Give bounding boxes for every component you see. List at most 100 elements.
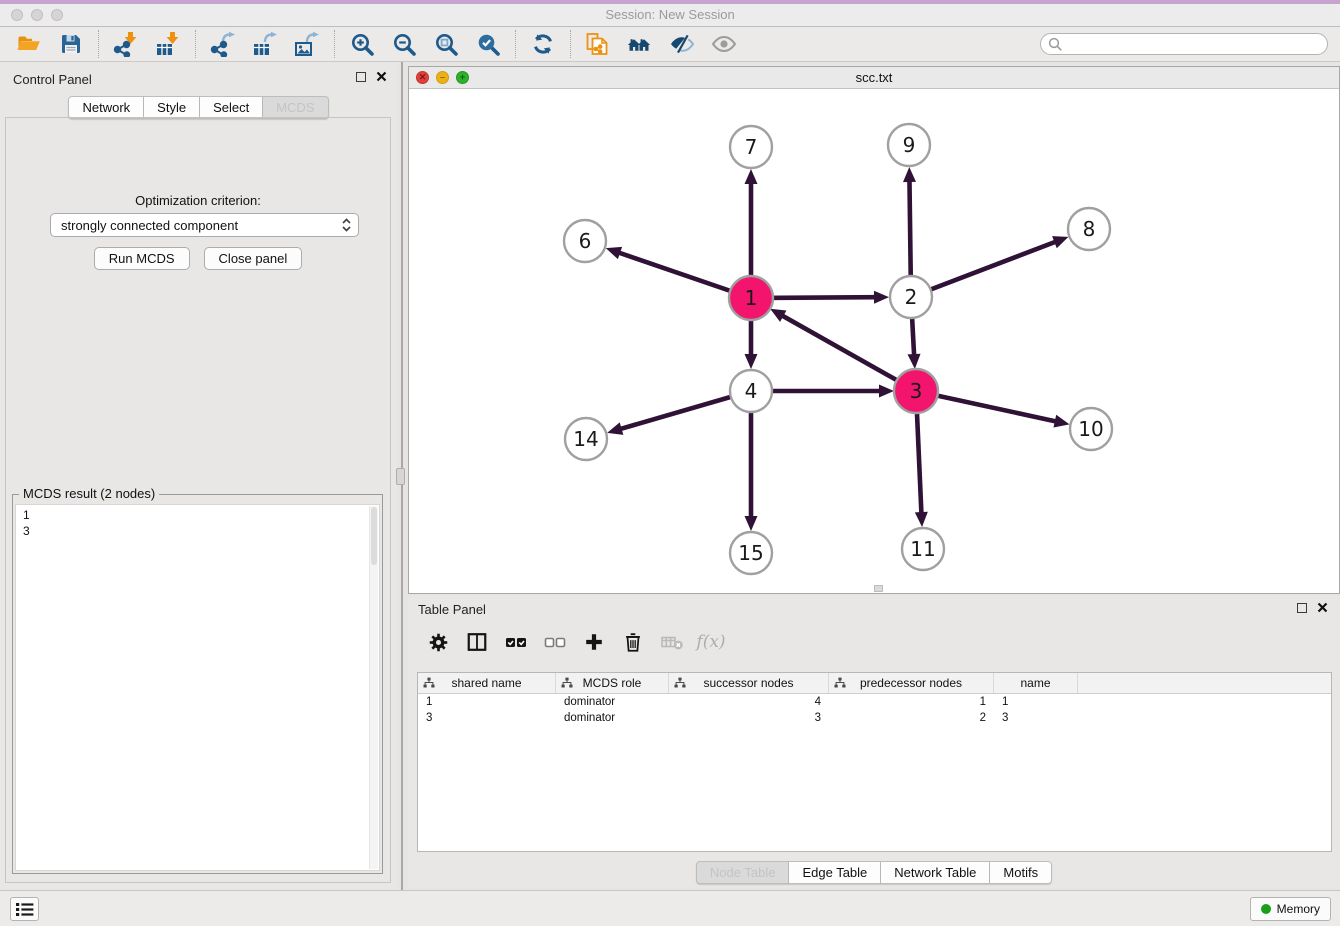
- tab-mcds[interactable]: MCDS: [263, 96, 328, 119]
- tab-network[interactable]: Network: [68, 96, 144, 119]
- close-panel-button[interactable]: Close panel: [204, 247, 303, 270]
- save-icon[interactable]: [58, 31, 84, 57]
- graph-edge-arrowhead: [745, 169, 758, 184]
- refresh-icon[interactable]: [530, 31, 556, 57]
- column-header-shared-name[interactable]: shared name: [418, 673, 556, 693]
- show-graphics-details-icon[interactable]: [711, 31, 737, 57]
- main-toolbar: [0, 27, 1340, 62]
- hide-graphics-details-icon[interactable]: [669, 31, 695, 57]
- import-table-icon[interactable]: [155, 31, 181, 57]
- table-row[interactable]: 3dominator323: [418, 710, 1331, 726]
- search-field[interactable]: [1040, 33, 1328, 55]
- list-icon: [16, 902, 34, 917]
- show-column-icon[interactable]: [465, 630, 489, 654]
- graph-edge-arrowhead: [908, 354, 921, 369]
- column-header-name[interactable]: name: [994, 673, 1078, 693]
- delete-table-icon[interactable]: [660, 630, 684, 654]
- table-row[interactable]: 1dominator411: [418, 694, 1331, 710]
- vertical-splitter-handle[interactable]: [396, 468, 405, 485]
- graph-node-label: 11: [910, 537, 935, 561]
- toolbar-separator: [570, 30, 571, 58]
- add-row-icon[interactable]: [582, 630, 606, 654]
- graph-edge-arrowhead: [606, 247, 622, 259]
- mcds-result-area[interactable]: 1 3: [15, 504, 380, 871]
- run-mcds-button[interactable]: Run MCDS: [94, 247, 190, 270]
- graph-edge-arrowhead: [1052, 236, 1068, 248]
- graph-edge-2-8[interactable]: [911, 241, 1056, 297]
- network-canvas[interactable]: 1234678910111415: [409, 89, 1339, 594]
- table-tab-network-table[interactable]: Network Table: [881, 861, 990, 884]
- table-panel-title: Table Panel: [418, 602, 486, 617]
- open-folder-icon[interactable]: [16, 31, 42, 57]
- close-panel-icon[interactable]: [376, 71, 387, 82]
- cell-shared-name[interactable]: 3: [418, 712, 556, 724]
- graph-edge-arrowhead: [874, 291, 889, 304]
- graph-edge-arrowhead: [745, 354, 758, 369]
- network-document-icon[interactable]: [585, 31, 611, 57]
- table-tab-edge-table[interactable]: Edge Table: [789, 861, 881, 884]
- cell-shared-name[interactable]: 1: [418, 696, 556, 708]
- result-scrollbar-thumb[interactable]: [371, 507, 377, 565]
- app-titlebar: Session: New Session: [0, 0, 1340, 27]
- table-tab-motifs[interactable]: Motifs: [990, 861, 1052, 884]
- graph-node-label: 15: [738, 541, 763, 565]
- tab-style[interactable]: Style: [144, 96, 200, 119]
- memory-button[interactable]: Memory: [1250, 897, 1331, 921]
- network-maximize-button[interactable]: +: [456, 71, 469, 84]
- table-tab-node-table[interactable]: Node Table: [696, 861, 790, 884]
- tab-select[interactable]: Select: [200, 96, 263, 119]
- table-body: 1dominator4113dominator323: [418, 694, 1331, 726]
- cell-MCDS-role[interactable]: dominator: [556, 712, 669, 724]
- graph-edge-arrowhead: [1053, 415, 1069, 428]
- export-image-icon[interactable]: [294, 31, 320, 57]
- session-title: Session: New Session: [0, 4, 1340, 27]
- cell-successor-nodes[interactable]: 4: [669, 696, 829, 708]
- memory-status-icon: [1261, 904, 1271, 914]
- network-close-button[interactable]: ✕: [416, 71, 429, 84]
- zoom-in-icon[interactable]: [349, 31, 375, 57]
- search-input[interactable]: [1063, 35, 1327, 53]
- zoom-fit-icon[interactable]: [433, 31, 459, 57]
- float-table-panel-icon[interactable]: [1297, 603, 1307, 613]
- cell-successor-nodes[interactable]: 3: [669, 712, 829, 724]
- task-history-button[interactable]: [10, 897, 39, 921]
- result-scrollbar[interactable]: [369, 506, 378, 869]
- cell-name[interactable]: 3: [994, 712, 1078, 724]
- mcds-result-group: MCDS result (2 nodes) 1 3: [12, 494, 383, 874]
- graph-node-label: 8: [1083, 217, 1096, 241]
- export-network-icon[interactable]: [210, 31, 236, 57]
- cell-MCDS-role[interactable]: dominator: [556, 696, 669, 708]
- status-bar: Memory: [0, 890, 1340, 926]
- close-table-panel-icon[interactable]: [1317, 602, 1328, 613]
- cell-predecessor-nodes[interactable]: 1: [829, 696, 994, 708]
- graph-node-label: 6: [579, 229, 592, 253]
- mcds-result-title: MCDS result (2 nodes): [19, 486, 159, 501]
- function-builder-icon[interactable]: f(x): [699, 630, 723, 654]
- attribute-tree-icon: [674, 677, 686, 692]
- network-view-window: scc.txt ✕ – + 1234678910111415: [408, 66, 1340, 594]
- cell-predecessor-nodes[interactable]: 2: [829, 712, 994, 724]
- deselect-all-icon[interactable]: [543, 630, 567, 654]
- zoom-out-icon[interactable]: [391, 31, 417, 57]
- cyndex-home-icon[interactable]: [627, 31, 653, 57]
- network-bottom-splitter-handle[interactable]: [874, 585, 883, 592]
- control-panel: Control Panel NetworkStyleSelectMCDS Opt…: [0, 62, 397, 890]
- column-header-predecessor-nodes[interactable]: predecessor nodes: [829, 673, 994, 693]
- import-network-icon[interactable]: [113, 31, 139, 57]
- export-table-icon[interactable]: [252, 31, 278, 57]
- graph-node-label: 10: [1078, 417, 1103, 441]
- settings-gear-icon[interactable]: [426, 630, 450, 654]
- network-minimize-button[interactable]: –: [436, 71, 449, 84]
- float-panel-icon[interactable]: [356, 72, 366, 82]
- search-icon: [1048, 37, 1063, 52]
- graph-edge-arrowhead: [879, 385, 894, 398]
- delete-row-icon[interactable]: [621, 630, 645, 654]
- criterion-select[interactable]: strongly connected component: [50, 213, 359, 237]
- cell-name[interactable]: 1: [994, 696, 1078, 708]
- column-header-MCDS-role[interactable]: MCDS role: [556, 673, 669, 693]
- network-window-titlebar[interactable]: scc.txt ✕ – +: [409, 67, 1339, 89]
- select-all-icon[interactable]: [504, 630, 528, 654]
- control-panel-title: Control Panel: [13, 72, 92, 87]
- zoom-selected-icon[interactable]: [475, 31, 501, 57]
- column-header-successor-nodes[interactable]: successor nodes: [669, 673, 829, 693]
